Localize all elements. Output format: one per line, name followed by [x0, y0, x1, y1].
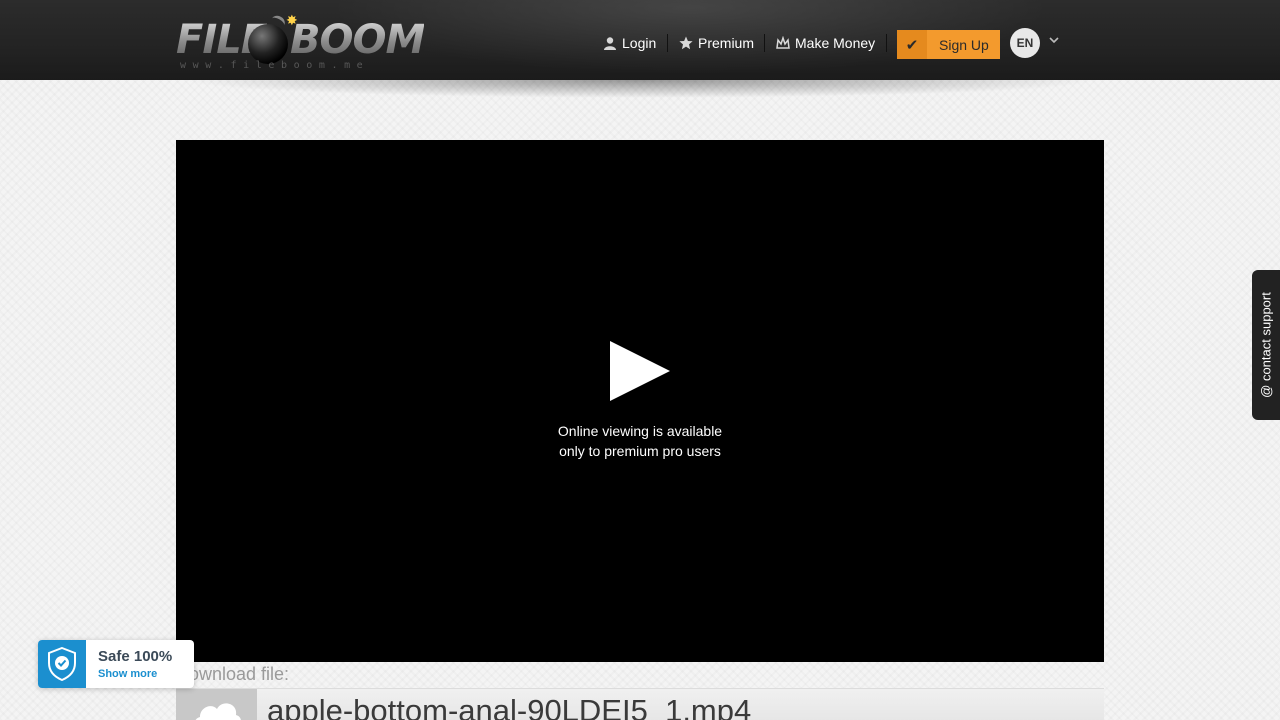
check-icon: ✔ — [897, 30, 927, 59]
fileboom-logo[interactable]: FILE ✸ BOOM www.fileboom.me — [176, 12, 425, 74]
nav-make-money[interactable]: Make Money — [776, 33, 875, 53]
nav-divider — [764, 34, 765, 52]
language-selector[interactable]: EN — [1010, 28, 1040, 58]
safe-badge-title: Safe 100% — [98, 648, 173, 665]
header-shadow — [180, 80, 1100, 98]
nav-login[interactable]: Login — [603, 33, 656, 53]
nav-divider — [886, 34, 887, 52]
video-player[interactable]: Online viewing is available only to prem… — [176, 140, 1104, 662]
show-more-link[interactable]: Show more — [98, 668, 157, 680]
logo-word-boom: BOOM — [290, 17, 425, 63]
premium-message-line1: Online viewing is available — [557, 423, 723, 439]
cloud-icon — [195, 703, 241, 720]
contact-support-tab[interactable]: @ contact support — [1252, 270, 1280, 420]
file-info-box: apple-bottom-anal-90LDEI5_1.mp4 — [176, 688, 1104, 720]
premium-only-message: Online viewing is available only to prem… — [176, 421, 1104, 461]
safe-badge[interactable]: Safe 100% Show more — [38, 640, 194, 688]
shield-check-icon — [38, 640, 86, 688]
user-icon — [604, 37, 616, 50]
nav-premium[interactable]: Premium — [679, 33, 754, 53]
nav-divider — [667, 34, 668, 52]
play-icon[interactable] — [610, 341, 670, 401]
bomb-icon — [248, 24, 288, 64]
contact-support-label: @ contact support — [1258, 292, 1274, 398]
file-name: apple-bottom-anal-90LDEI5_1.mp4 — [267, 693, 752, 720]
signup-button[interactable]: ✔ Sign Up — [897, 30, 1000, 59]
nav-make-money-label: Make Money — [795, 35, 876, 51]
premium-message-line2: only to premium pro users — [559, 443, 721, 459]
crown-icon — [776, 36, 790, 49]
file-icon-box — [176, 689, 257, 720]
nav-login-label: Login — [622, 35, 657, 51]
signup-label: Sign Up — [939, 36, 989, 53]
logo-url: www.fileboom.me — [180, 60, 370, 71]
site-header: FILE ✸ BOOM www.fileboom.me Login Premiu… — [0, 0, 1280, 80]
star-icon — [679, 36, 693, 50]
chevron-down-icon[interactable] — [1048, 36, 1060, 44]
nav-premium-label: Premium — [698, 35, 755, 51]
